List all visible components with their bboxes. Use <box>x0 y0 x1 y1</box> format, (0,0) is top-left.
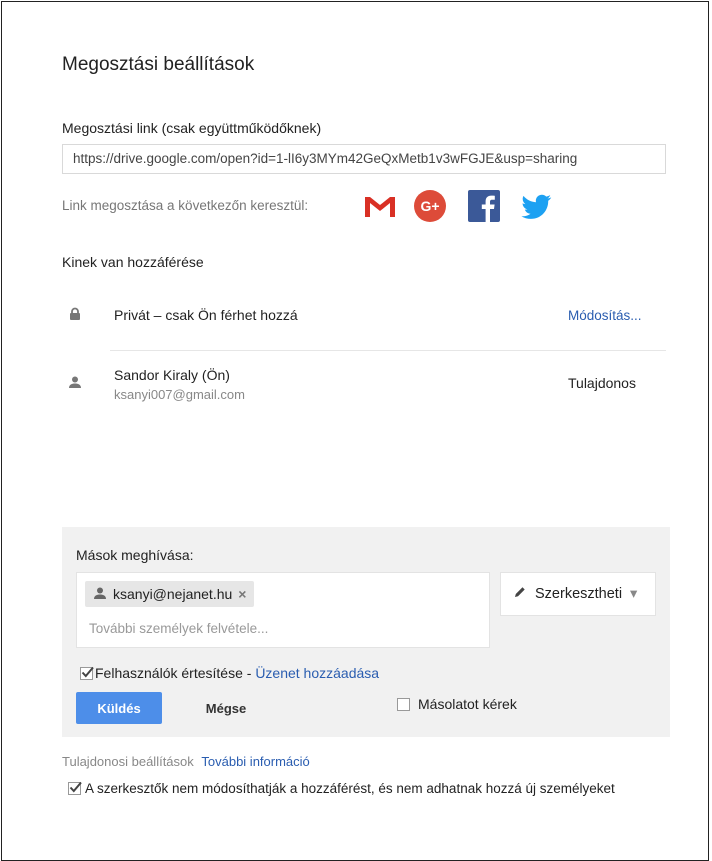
copy-label: Másolatot kérek <box>418 696 517 712</box>
restriction-checkbox[interactable] <box>68 781 82 795</box>
pencil-icon <box>513 585 527 603</box>
change-visibility-link[interactable]: Módosítás... <box>568 308 642 323</box>
notify-checkbox[interactable] <box>80 666 94 680</box>
visibility-status: Privát – csak Ön férhet hozzá <box>114 307 298 323</box>
invite-label: Mások meghívása: <box>76 547 194 563</box>
owner-role: Tulajdonos <box>568 375 636 391</box>
gmail-icon[interactable] <box>362 188 398 224</box>
facebook-icon[interactable] <box>466 188 502 224</box>
remove-recipient-button[interactable]: × <box>238 586 246 602</box>
divider <box>110 350 666 351</box>
recipient-email: ksanyi@nejanet.hu <box>113 586 233 602</box>
person-icon <box>68 375 82 394</box>
access-heading: Kinek van hozzáférése <box>62 254 204 270</box>
copy-checkbox[interactable] <box>397 697 410 711</box>
owner-email: ksanyi007@gmail.com <box>114 387 245 402</box>
share-link-field[interactable]: https://drive.google.com/open?id=1-lI6y3… <box>62 144 666 174</box>
send-button[interactable]: Küldés <box>76 692 162 724</box>
cancel-button[interactable]: Mégse <box>178 692 274 724</box>
dialog-title: Megosztási beállítások <box>62 54 255 75</box>
twitter-icon[interactable] <box>518 188 554 224</box>
person-icon <box>93 586 107 603</box>
notify-label: Felhasználók értesítése <box>95 665 243 681</box>
share-dialog: Megosztási beállítások Megosztási link (… <box>1 1 709 861</box>
svg-text:G+: G+ <box>420 198 439 214</box>
notify-separator: - <box>242 665 256 681</box>
share-via-label: Link megosztása a következőn keresztül: <box>62 198 309 213</box>
google-plus-icon[interactable]: G+ <box>412 188 448 224</box>
lock-icon <box>68 307 82 326</box>
more-info-link[interactable]: További információ <box>201 754 309 769</box>
recipient-chip: ksanyi@nejanet.hu × <box>85 581 255 607</box>
invite-input-area[interactable]: ksanyi@nejanet.hu × További személyek fe… <box>76 572 490 648</box>
permission-dropdown[interactable]: Szerkesztheti ▾ <box>500 572 656 616</box>
owner-settings-label: Tulajdonosi beállítások <box>62 754 194 769</box>
add-people-input[interactable]: További személyek felvétele... <box>89 621 268 636</box>
owner-name: Sandor Kiraly (Ön) <box>114 367 230 383</box>
permission-label: Szerkesztheti <box>535 586 623 602</box>
copy-row: Másolatot kérek <box>397 696 517 712</box>
owner-settings-row: Tulajdonosi beállítások További informác… <box>62 754 310 769</box>
restriction-label: A szerkesztők nem módosíthatják a hozzáf… <box>85 781 615 796</box>
add-message-link[interactable]: Üzenet hozzáadása <box>255 665 379 681</box>
share-link-label: Megosztási link (csak együttműködőknek) <box>62 120 322 136</box>
chevron-down-icon: ▾ <box>630 586 638 602</box>
restriction-row: A szerkesztők nem módosíthatják a hozzáf… <box>68 781 615 796</box>
notify-row: Felhasználók értesítése - Üzenet hozzáad… <box>80 665 379 681</box>
